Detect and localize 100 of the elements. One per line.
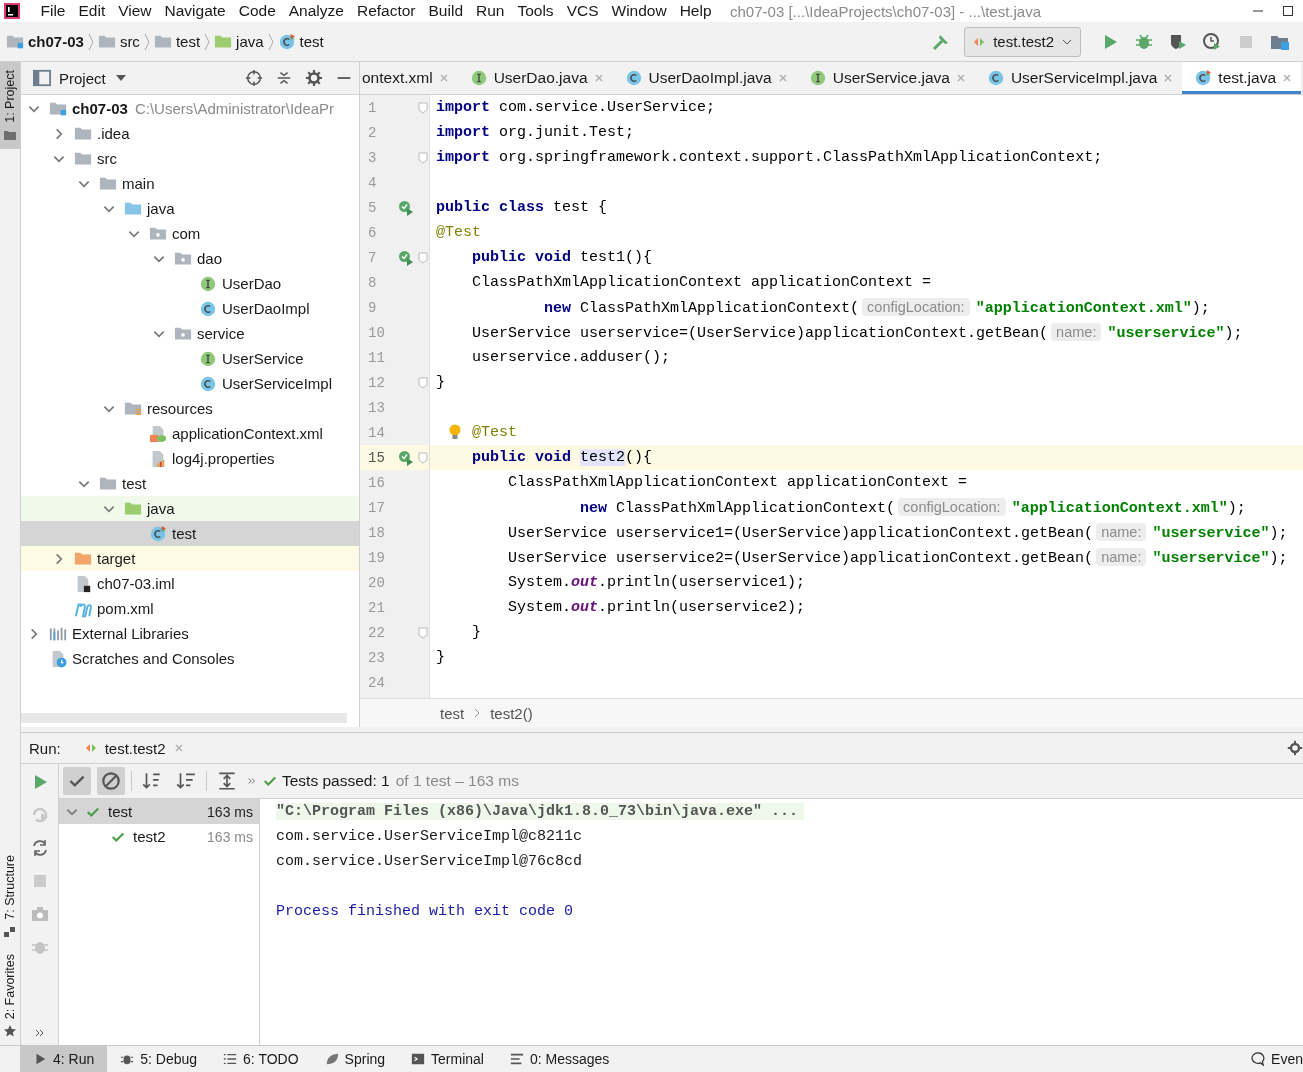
- test-class-icon: [277, 32, 296, 51]
- breadcrumb[interactable]: ch07-03: [6, 32, 84, 51]
- tree-item[interactable]: applicationContext.xml: [21, 421, 359, 446]
- tree-item[interactable]: log4j.properties: [21, 446, 359, 471]
- tree-item[interactable]: ch07-03.iml: [21, 571, 359, 596]
- tree-item[interactable]: .idea: [21, 121, 359, 146]
- tool-window-button[interactable]: 0: Messages: [496, 1046, 623, 1072]
- menu-item[interactable]: View: [111, 2, 159, 20]
- fold-marker-icon[interactable]: [418, 451, 428, 464]
- cancel-icon[interactable]: [97, 767, 125, 795]
- editor-tab[interactable]: UserDaoImpl.java: [612, 62, 797, 94]
- settings-icon[interactable]: [1287, 740, 1303, 756]
- test-tree-item[interactable]: test 163 ms: [59, 799, 259, 824]
- collapse-icon[interactable]: [275, 69, 293, 87]
- window-title: ch07-03 [...\IdeaProjects\ch07-03] - ...\test.java: [730, 2, 1042, 20]
- code-token: ClassPathXmlApplicationContext(: [616, 499, 896, 517]
- menu-item[interactable]: Tools: [510, 2, 561, 20]
- menu-item[interactable]: Edit: [72, 2, 112, 20]
- camera-icon[interactable]: [29, 904, 50, 924]
- fold-marker-icon[interactable]: [418, 251, 428, 264]
- clock-icon[interactable]: [1202, 31, 1222, 52]
- breadcrumb[interactable]: test2(): [490, 704, 533, 722]
- menu-item[interactable]: Window: [605, 2, 674, 20]
- tree-item[interactable]: resources: [21, 396, 359, 421]
- close-icon[interactable]: [173, 743, 184, 753]
- tree-item[interactable]: pom.xml: [21, 596, 359, 621]
- xml-file-icon: [149, 424, 167, 443]
- tree-item[interactable]: service: [21, 321, 359, 346]
- tree-item[interactable]: ch07-03 C:\Users\Administrator\IdeaPr: [21, 96, 359, 121]
- checkmark-icon[interactable]: [63, 767, 91, 795]
- close-icon[interactable]: [438, 73, 449, 83]
- tool-window-tab[interactable]: 7: Structure: [0, 847, 20, 946]
- menu-item[interactable]: Analyze: [282, 2, 351, 20]
- scrollbar[interactable]: [21, 713, 347, 723]
- breadcrumb[interactable]: test: [153, 32, 201, 51]
- close-icon[interactable]: [777, 73, 788, 83]
- tool-window-button[interactable]: 4: Run: [20, 1046, 108, 1072]
- tree-item[interactable]: UserServiceImpl: [21, 371, 359, 396]
- run-test-icon[interactable]: [398, 199, 414, 216]
- tree-item[interactable]: UserDao: [21, 271, 359, 296]
- run-test-icon[interactable]: [398, 449, 414, 466]
- close-icon[interactable]: [593, 73, 604, 83]
- editor-tab[interactable]: test.java: [1182, 62, 1302, 94]
- line-number: 10: [367, 324, 386, 341]
- fold-marker-icon[interactable]: [418, 376, 428, 389]
- test-tree-item[interactable]: test2 163 ms: [59, 824, 259, 849]
- tree-item[interactable]: UserService: [21, 346, 359, 371]
- editor-tab[interactable]: UserService.java: [796, 62, 975, 94]
- tree-item[interactable]: main: [21, 171, 359, 196]
- panel-title[interactable]: Project: [59, 69, 106, 87]
- menu-item[interactable]: Help: [673, 2, 719, 20]
- tree-item[interactable]: UserDaoImpl: [21, 296, 359, 321]
- tree-item[interactable]: test: [21, 521, 359, 546]
- breadcrumb[interactable]: src: [97, 32, 140, 51]
- tree-item[interactable]: java: [21, 196, 359, 221]
- menu-item[interactable]: Run: [469, 2, 511, 20]
- close-icon[interactable]: [955, 73, 966, 83]
- close-icon[interactable]: [1282, 73, 1293, 83]
- close-icon[interactable]: [1163, 73, 1174, 83]
- fold-marker-icon[interactable]: [418, 151, 428, 164]
- tree-item[interactable]: test: [21, 471, 359, 496]
- menu-item[interactable]: Navigate: [158, 2, 233, 20]
- menu-item[interactable]: Code: [232, 2, 283, 20]
- fold-marker-icon[interactable]: [418, 626, 428, 639]
- tool-window-button[interactable]: 6: TODO: [210, 1046, 312, 1072]
- run-tab[interactable]: test.test2: [84, 739, 184, 757]
- breadcrumb[interactable]: java: [214, 32, 264, 51]
- tool-window-button[interactable]: Spring: [311, 1046, 399, 1072]
- event-log-button[interactable]: Even: [1238, 1046, 1303, 1072]
- settings-icon[interactable]: [305, 69, 323, 87]
- menu-item[interactable]: Refactor: [350, 2, 423, 20]
- breadcrumb[interactable]: test: [440, 704, 465, 722]
- tree-item[interactable]: src: [21, 146, 359, 171]
- line-number: 15: [367, 449, 386, 466]
- menu-item[interactable]: VCS: [560, 2, 605, 20]
- breadcrumb[interactable]: test: [277, 32, 324, 51]
- tree-item[interactable]: External Libraries: [21, 621, 359, 646]
- maximize-icon[interactable]: [1282, 5, 1294, 17]
- tool-window-button[interactable]: 5: Debug: [107, 1046, 211, 1072]
- tree-item[interactable]: Scratches and Consoles: [21, 646, 359, 671]
- caret-icon[interactable]: [115, 75, 126, 81]
- more-icon[interactable]: [247, 776, 257, 786]
- tool-window-tab[interactable]: 1: Project: [0, 62, 20, 149]
- tree-item[interactable]: target: [21, 546, 359, 571]
- crosshair-icon[interactable]: [245, 69, 263, 87]
- fold-marker-icon[interactable]: [418, 101, 428, 114]
- editor-tab[interactable]: UserDao.java: [457, 62, 613, 94]
- lightbulb-icon[interactable]: [447, 424, 463, 440]
- editor-tab[interactable]: UserServiceImpl.java: [974, 62, 1183, 94]
- more-icon[interactable]: [33, 1027, 46, 1039]
- tree-item[interactable]: java: [21, 496, 359, 521]
- editor-tab[interactable]: ontext.xml: [360, 62, 458, 94]
- tree-item[interactable]: com: [21, 221, 359, 246]
- tool-window-tab[interactable]: 2: Favorites: [0, 945, 20, 1045]
- tool-window-button[interactable]: Terminal: [398, 1046, 497, 1072]
- tree-item[interactable]: dao: [21, 246, 359, 271]
- menu-item[interactable]: Build: [422, 2, 470, 20]
- run-configuration-dropdown[interactable]: test.test2: [964, 26, 1081, 57]
- menu-item[interactable]: File: [34, 2, 72, 20]
- run-test-icon[interactable]: [398, 249, 414, 266]
